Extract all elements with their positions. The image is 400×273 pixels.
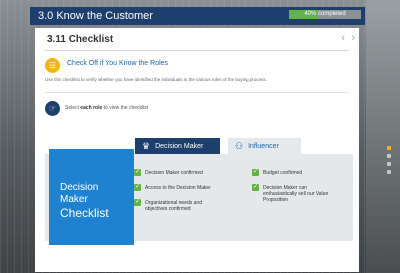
progress-bar: 40% completed (289, 10, 361, 19)
checklist-item: Decision Maker can enthusiastically sell… (263, 185, 329, 203)
check-icon: ✓ (252, 184, 259, 191)
rail-dot[interactable] (387, 146, 391, 150)
rail-dot[interactable] (387, 154, 391, 158)
check-icon: ✓ (134, 184, 141, 191)
page-rail (384, 142, 394, 184)
checklist-item: Budget confirmed (263, 170, 303, 176)
pointer-hand-icon: ☞ (45, 101, 60, 116)
rail-dot[interactable] (387, 162, 391, 166)
checklist-icon: ☰ (45, 58, 60, 73)
chevron-left-icon[interactable]: ‹ (341, 33, 345, 44)
section-title: 3.11 Checklist (47, 34, 114, 45)
tab-label: Decision Maker (155, 142, 204, 150)
rail-dot[interactable] (387, 170, 391, 174)
card-title-line: Maker (60, 194, 88, 205)
card-title-line: Decision (60, 182, 99, 193)
content-panel: 3.11 Checklist ‹ › ☰ Check Off if You Kn… (35, 28, 359, 272)
person-icon: ♛ (142, 140, 151, 151)
card-title-line: Checklist (60, 206, 109, 220)
chevron-right-icon[interactable]: › (351, 33, 355, 44)
tab-influencer[interactable]: ⚇ Influencer (228, 138, 301, 154)
section-divider (45, 50, 349, 51)
progress-label: 40% completed (304, 11, 346, 17)
check-icon: ✓ (134, 199, 141, 206)
module-title: 3.0 Know the Customer (38, 10, 153, 22)
tab-label: Influencer (248, 142, 279, 150)
checklist-item: Organizational needs and objectives conf… (145, 200, 202, 212)
content-divider (45, 92, 349, 93)
instruction-text: Select each role to view the checklist (65, 105, 149, 111)
checklist-item: Access to the Decision Maker (145, 185, 211, 191)
checklist-item: Decision Maker confirmed (145, 170, 203, 176)
people-icon: ⚇ (235, 140, 244, 151)
intro-text: Use this checklist to verify whether you… (45, 77, 267, 82)
check-icon: ✓ (134, 169, 141, 176)
check-icon: ✓ (252, 169, 259, 176)
tab-decision-maker[interactable]: ♛ Decision Maker (135, 138, 220, 154)
task-title: Check Off if You Know the Roles (67, 60, 169, 67)
decision-maker-card: Decision Maker Checklist (49, 149, 134, 245)
module-header: 3.0 Know the Customer 40% completed (30, 7, 365, 25)
